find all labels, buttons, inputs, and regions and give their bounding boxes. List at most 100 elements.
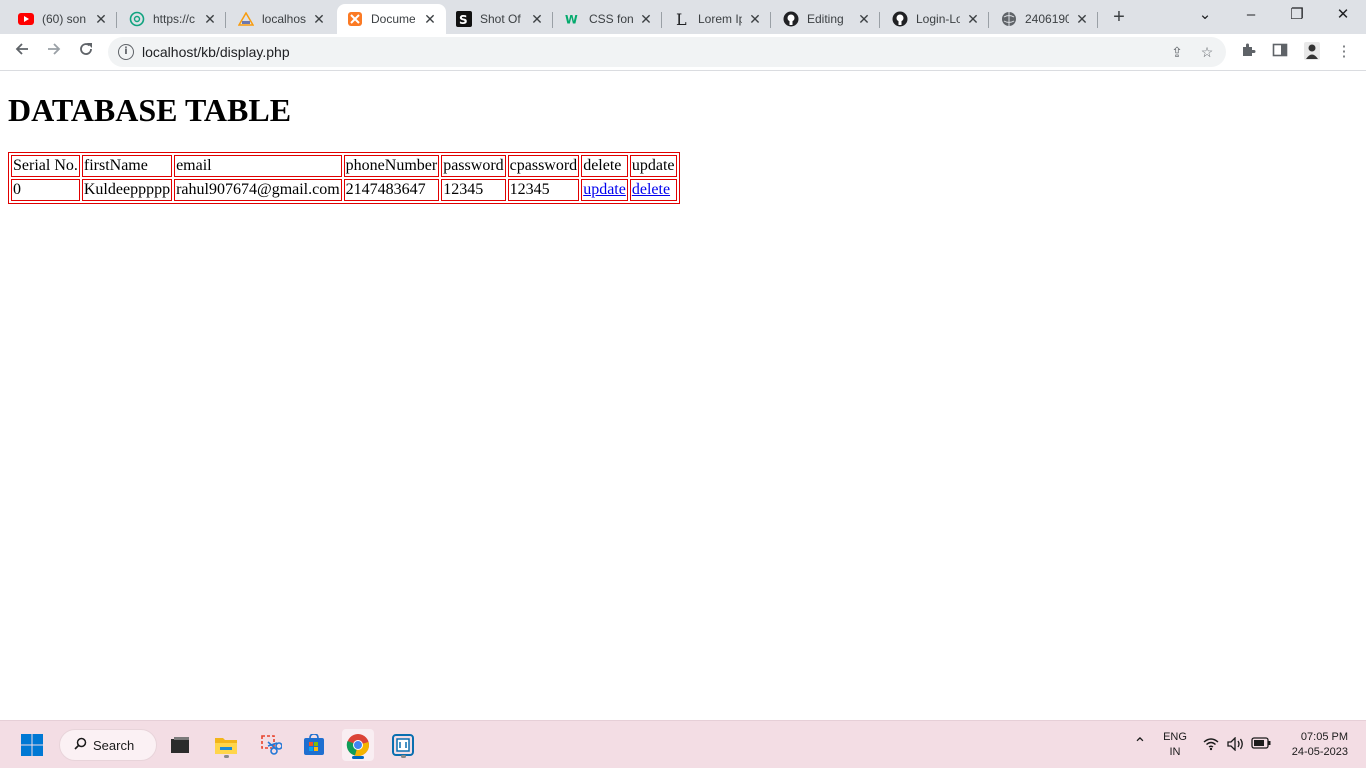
chrome-icon [346, 734, 369, 756]
cell-serial: 0 [11, 179, 80, 201]
update-link[interactable]: update [583, 181, 626, 198]
xampp-icon [347, 11, 363, 27]
task-view-icon [171, 737, 189, 753]
globe-icon [1001, 11, 1017, 27]
column-header: delete [581, 155, 628, 177]
tab-document-active[interactable]: Docume ✕ [337, 4, 446, 34]
tab-github-login[interactable]: Login-Lo ✕ [882, 4, 989, 34]
chatgpt-icon [129, 11, 145, 27]
search-label: Search [93, 737, 135, 753]
tab-title: 2406190 [1025, 12, 1069, 26]
github-icon [892, 11, 908, 27]
database-table: Serial No. firstName email phoneNumber p… [8, 152, 680, 204]
close-tab-icon[interactable]: ✕ [422, 11, 438, 27]
tab-separator [988, 12, 989, 28]
lorem-icon: L [674, 11, 690, 27]
back-button[interactable] [8, 38, 36, 66]
start-button[interactable] [16, 729, 48, 761]
svg-text:L: L [676, 11, 687, 27]
close-window-button[interactable]: ✕ [1320, 0, 1366, 34]
close-tab-icon[interactable]: ✕ [856, 11, 872, 27]
tab-w3schools[interactable]: W CSS font ✕ [555, 4, 662, 34]
tab-separator [1097, 12, 1098, 28]
vscode-button[interactable] [387, 729, 419, 761]
tab-lorem[interactable]: L Lorem Ip ✕ [664, 4, 771, 34]
column-header: email [174, 155, 342, 177]
tab-separator [661, 12, 662, 28]
new-tab-button[interactable]: + [1108, 6, 1130, 28]
restore-button[interactable]: ❐ [1274, 0, 1320, 34]
tab-title: CSS font [589, 12, 633, 26]
cell-email: rahul907674@gmail.com [174, 179, 342, 201]
menu-kebab-icon[interactable]: ⋮ [1334, 42, 1354, 62]
extensions-icon[interactable] [1238, 42, 1258, 62]
tab-title: Editing [807, 12, 844, 26]
site-info-icon[interactable]: i [118, 44, 134, 60]
github-icon [783, 11, 799, 27]
tab-title: Shot Of [480, 12, 521, 26]
windows-taskbar: Search ⌃ ENG IN 07:05 PM 24-05-2023 [0, 720, 1366, 768]
taskbar-search[interactable]: Search [59, 729, 157, 761]
clock-time: 07:05 PM [1300, 731, 1348, 743]
profile-avatar-icon[interactable] [1302, 42, 1322, 62]
task-view-button[interactable] [164, 729, 196, 761]
cell-phone: 2147483647 [343, 179, 440, 201]
column-header: phoneNumber [343, 155, 440, 177]
chrome-button[interactable] [342, 729, 374, 761]
tab-separator [879, 12, 880, 28]
file-explorer-button[interactable] [210, 729, 242, 761]
bookmark-star-icon[interactable]: ☆ [1198, 43, 1216, 61]
tab-title: Login-Lo [916, 12, 960, 26]
tab-phpmyadmin[interactable]: localhost ✕ [228, 4, 335, 34]
close-tab-icon[interactable]: ✕ [747, 11, 763, 27]
delete-link[interactable]: delete [632, 181, 670, 198]
volume-icon[interactable] [1226, 721, 1246, 769]
store-icon [304, 734, 324, 755]
language-region: IN [1169, 746, 1181, 758]
tab-title: https://c [153, 12, 196, 26]
forward-arrow-icon [48, 43, 61, 55]
editor-icon [392, 734, 414, 756]
side-panel-icon[interactable] [1270, 42, 1290, 62]
close-tab-icon[interactable]: ✕ [965, 11, 981, 27]
tab-search-chevron-icon[interactable]: ⌄ [1182, 0, 1228, 34]
language-indicator[interactable]: ENG IN [1156, 721, 1194, 769]
column-header: update [629, 155, 677, 177]
minimize-button[interactable]: – [1228, 0, 1274, 34]
reload-button[interactable] [72, 38, 100, 66]
close-tab-icon[interactable]: ✕ [93, 11, 109, 27]
clock[interactable]: 07:05 PM 24-05-2023 [1282, 721, 1348, 769]
column-header: firstName [81, 155, 173, 177]
tab-globe[interactable]: 2406190 ✕ [991, 4, 1098, 34]
browser-toolbar: i localhost/kb/display.php ⇪ ☆ ⋮ [0, 34, 1366, 71]
page-content: DATABASE TABLE Serial No. firstName emai… [0, 72, 1366, 720]
tab-separator [225, 12, 226, 28]
show-hidden-icons-chevron-icon[interactable]: ⌃ [1128, 721, 1152, 769]
clock-date: 24-05-2023 [1291, 746, 1348, 758]
tab-separator [116, 12, 117, 28]
w3schools-icon: W [565, 11, 581, 27]
close-tab-icon[interactable]: ✕ [311, 11, 327, 27]
microsoft-store-button[interactable] [298, 729, 330, 761]
close-tab-icon[interactable]: ✕ [202, 11, 218, 27]
tab-chatgpt[interactable]: https://c ✕ [119, 4, 226, 34]
youtube-icon [18, 11, 34, 27]
phpmyadmin-icon [238, 11, 254, 27]
snipping-tool-button[interactable] [255, 729, 287, 761]
tab-github-editing[interactable]: Editing ✕ [773, 4, 880, 34]
tab-shotof[interactable]: S Shot Of ✕ [446, 4, 553, 34]
back-arrow-icon [15, 43, 28, 55]
battery-icon[interactable] [1250, 721, 1272, 769]
close-tab-icon[interactable]: ✕ [1074, 11, 1090, 27]
address-bar[interactable]: i localhost/kb/display.php ⇪ ☆ [108, 37, 1226, 67]
running-indicator [224, 755, 229, 758]
tab-title: localhost [262, 12, 306, 26]
share-icon[interactable]: ⇪ [1168, 43, 1186, 61]
close-tab-icon[interactable]: ✕ [638, 11, 654, 27]
forward-button[interactable] [40, 38, 68, 66]
wifi-icon[interactable] [1202, 721, 1220, 769]
column-header: password [441, 155, 506, 177]
tab-youtube[interactable]: (60) song ✕ [8, 4, 117, 34]
close-tab-icon[interactable]: ✕ [529, 11, 545, 27]
page-title: DATABASE TABLE [8, 92, 292, 128]
